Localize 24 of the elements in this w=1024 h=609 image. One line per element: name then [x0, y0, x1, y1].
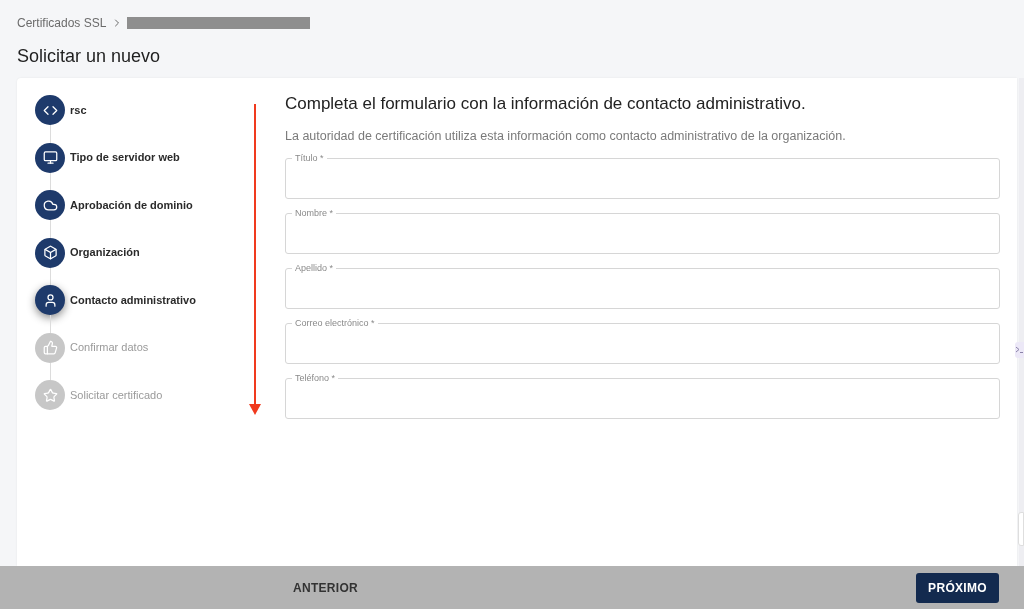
field-label: Apellido * — [294, 263, 335, 273]
step-label: Solicitar certificado — [70, 387, 163, 403]
step-label: Aprobación de dominio — [70, 197, 193, 213]
field-label: Teléfono * — [294, 373, 337, 383]
form-heading: Completa el formulario con la información de contacto administrativo. — [285, 94, 807, 114]
field-label: Nombre * — [294, 208, 334, 218]
page-title: Solicitar un nuevo — [17, 45, 162, 67]
terminal-icon[interactable] — [1015, 342, 1024, 358]
input-field[interactable]: Título * — [285, 153, 1000, 199]
input-field[interactable]: Correo electrónico * — [285, 318, 1000, 364]
field-label: Correo electrónico * — [294, 318, 376, 328]
step-label: Confirmar datos — [70, 340, 149, 356]
step-label: rsc — [70, 102, 87, 118]
step-label: Tipo de servidor web — [70, 150, 180, 166]
form-description: La autoridad de certificación utiliza esta información como contacto administrativo de la organización. — [285, 128, 847, 144]
breadcrumb-link[interactable]: Certificados SSL — [17, 14, 107, 32]
next-button[interactable]: PRÓXIMO — [916, 572, 999, 603]
input-field[interactable]: Apellido * — [285, 263, 1000, 309]
input-field[interactable]: Nombre * — [285, 208, 1000, 254]
field-label: Título * — [294, 153, 325, 163]
step-label: Organización — [70, 245, 140, 261]
input-field[interactable]: Teléfono * — [285, 373, 1000, 419]
step-label: Contacto administrativo — [70, 292, 196, 308]
back-button[interactable]: ANTERIOR — [284, 572, 368, 603]
